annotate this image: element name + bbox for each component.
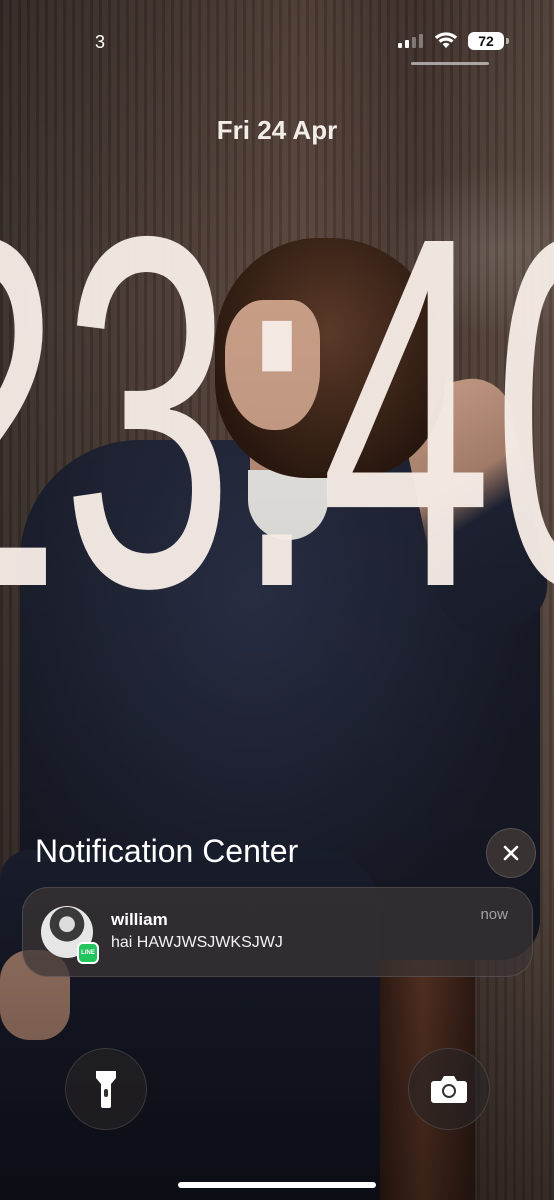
notification-time: now xyxy=(480,906,508,923)
flashlight-button[interactable] xyxy=(65,1048,147,1130)
lock-clock: 23:40 xyxy=(0,133,554,630)
home-indicator[interactable] xyxy=(178,1182,376,1188)
flashlight-icon xyxy=(96,1071,116,1108)
clear-notifications-button[interactable] xyxy=(486,828,536,878)
cellular-signal-icon xyxy=(398,34,423,48)
lock-clock-text: 23:40 xyxy=(0,133,554,630)
status-bar: 3 72 xyxy=(0,30,554,54)
notification-center-title: Notification Center xyxy=(35,833,299,869)
close-icon xyxy=(503,845,519,861)
battery-icon: 72 xyxy=(468,32,509,50)
wifi-icon xyxy=(434,32,458,48)
battery-level: 72 xyxy=(478,33,494,49)
notification-pull-indicator[interactable] xyxy=(411,62,489,65)
carrier-label: 3 xyxy=(95,32,106,52)
line-app-icon: LINE xyxy=(77,942,99,964)
camera-icon xyxy=(431,1076,467,1103)
line-app-label: LINE xyxy=(81,950,95,956)
notification-message: hai HAWJWSJWKSJWJ xyxy=(111,934,283,951)
camera-button[interactable] xyxy=(408,1048,490,1130)
notification-sender: william xyxy=(111,910,168,929)
notification-card[interactable]: LINE william hai HAWJWSJWKSJWJ now xyxy=(22,887,533,977)
